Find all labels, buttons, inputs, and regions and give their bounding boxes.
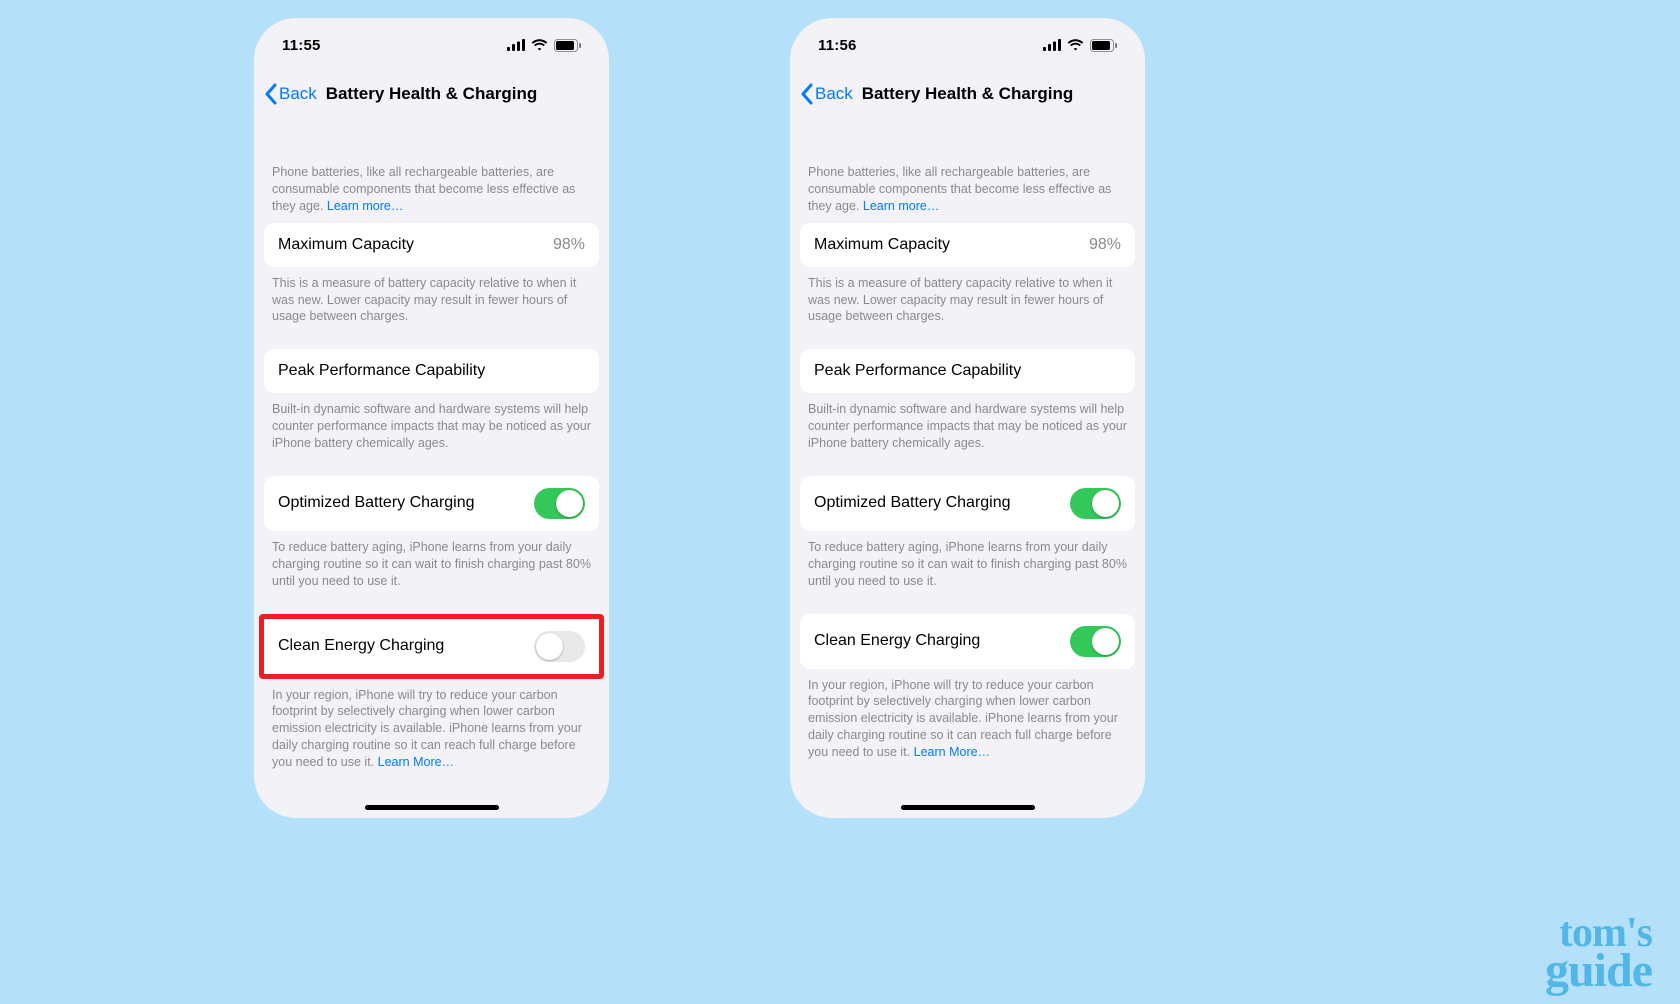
capacity-group: Maximum Capacity 98% bbox=[800, 223, 1135, 267]
clean-energy-label: Clean Energy Charging bbox=[814, 632, 980, 650]
max-capacity-cell[interactable]: Maximum Capacity 98% bbox=[264, 223, 599, 267]
toms-guide-logo: tom's guide bbox=[1545, 915, 1652, 992]
status-icons bbox=[507, 39, 581, 52]
content: Phone batteries, like all rechargeable b… bbox=[254, 116, 609, 777]
optimized-toggle[interactable] bbox=[534, 488, 585, 519]
clean-energy-label: Clean Energy Charging bbox=[278, 637, 444, 655]
wifi-icon bbox=[531, 39, 548, 51]
clean-energy-group: Clean Energy Charging bbox=[264, 619, 599, 674]
max-capacity-label: Maximum Capacity bbox=[814, 236, 950, 254]
clean-energy-toggle[interactable] bbox=[534, 631, 585, 662]
optimized-footer: To reduce battery aging, iPhone learns f… bbox=[254, 531, 609, 596]
status-time: 11:56 bbox=[818, 37, 857, 54]
max-capacity-value: 98% bbox=[553, 236, 585, 254]
intro-learn-more-link[interactable]: Learn more… bbox=[863, 199, 939, 213]
optimized-toggle[interactable] bbox=[1070, 488, 1121, 519]
intro-text: Phone batteries, like all rechargeable b… bbox=[254, 128, 609, 223]
clean-energy-toggle[interactable] bbox=[1070, 626, 1121, 657]
back-label: Back bbox=[815, 84, 853, 104]
optimized-group: Optimized Battery Charging bbox=[800, 476, 1135, 531]
peak-performance-cell[interactable]: Peak Performance Capability bbox=[800, 349, 1135, 393]
clean-energy-learn-more-link[interactable]: Learn More… bbox=[378, 755, 454, 769]
peak-label: Peak Performance Capability bbox=[814, 362, 1021, 380]
intro-text: Phone batteries, like all rechargeable b… bbox=[790, 128, 1145, 223]
clean-energy-group: Clean Energy Charging bbox=[800, 614, 1135, 669]
battery-icon bbox=[1090, 39, 1117, 52]
max-capacity-label: Maximum Capacity bbox=[278, 236, 414, 254]
max-capacity-value: 98% bbox=[1089, 236, 1121, 254]
back-button[interactable]: Back bbox=[800, 83, 853, 105]
logo-line-2: guide bbox=[1545, 949, 1652, 992]
peak-footer: Built-in dynamic software and hardware s… bbox=[254, 393, 609, 458]
clean-energy-cell[interactable]: Clean Energy Charging bbox=[264, 619, 599, 674]
optimized-footer: To reduce battery aging, iPhone learns f… bbox=[790, 531, 1145, 596]
clean-energy-learn-more-link[interactable]: Learn More… bbox=[914, 745, 990, 759]
page-title: Battery Health & Charging bbox=[862, 84, 1074, 104]
cellular-signal-icon bbox=[507, 39, 525, 51]
status-bar: 11:55 bbox=[254, 18, 609, 72]
capacity-group: Maximum Capacity 98% bbox=[264, 223, 599, 267]
phone-screenshot-right: 11:56 Back Battery Health & Charging Pho… bbox=[790, 18, 1145, 818]
optimized-label: Optimized Battery Charging bbox=[814, 494, 1011, 512]
chevron-left-icon bbox=[264, 83, 277, 105]
optimized-label: Optimized Battery Charging bbox=[278, 494, 475, 512]
peak-footer: Built-in dynamic software and hardware s… bbox=[790, 393, 1145, 458]
status-time: 11:55 bbox=[282, 37, 321, 54]
optimized-charging-cell[interactable]: Optimized Battery Charging bbox=[800, 476, 1135, 531]
status-icons bbox=[1043, 39, 1117, 52]
peak-group: Peak Performance Capability bbox=[800, 349, 1135, 393]
content: Phone batteries, like all rechargeable b… bbox=[790, 116, 1145, 767]
optimized-group: Optimized Battery Charging bbox=[264, 476, 599, 531]
phone-screenshot-left: 11:55 Back Battery Health & Charging Pho… bbox=[254, 18, 609, 818]
peak-group: Peak Performance Capability bbox=[264, 349, 599, 393]
wifi-icon bbox=[1067, 39, 1084, 51]
status-bar: 11:56 bbox=[790, 18, 1145, 72]
optimized-charging-cell[interactable]: Optimized Battery Charging bbox=[264, 476, 599, 531]
home-indicator[interactable] bbox=[901, 805, 1035, 810]
page-title: Battery Health & Charging bbox=[326, 84, 538, 104]
cellular-signal-icon bbox=[1043, 39, 1061, 51]
clean-energy-footer: In your region, iPhone will try to reduc… bbox=[790, 669, 1145, 767]
clean-energy-highlight: Clean Energy Charging bbox=[259, 614, 604, 679]
peak-label: Peak Performance Capability bbox=[278, 362, 485, 380]
nav-bar: Back Battery Health & Charging bbox=[254, 72, 609, 116]
battery-icon bbox=[554, 39, 581, 52]
clean-energy-footer: In your region, iPhone will try to reduc… bbox=[254, 679, 609, 777]
home-indicator[interactable] bbox=[365, 805, 499, 810]
chevron-left-icon bbox=[800, 83, 813, 105]
capacity-footer: This is a measure of battery capacity re… bbox=[790, 267, 1145, 332]
clean-energy-cell[interactable]: Clean Energy Charging bbox=[800, 614, 1135, 669]
peak-performance-cell[interactable]: Peak Performance Capability bbox=[264, 349, 599, 393]
canvas: 11:55 Back Battery Health & Charging Pho… bbox=[140, 82, 1546, 922]
back-label: Back bbox=[279, 84, 317, 104]
intro-learn-more-link[interactable]: Learn more… bbox=[327, 199, 403, 213]
max-capacity-cell[interactable]: Maximum Capacity 98% bbox=[800, 223, 1135, 267]
capacity-footer: This is a measure of battery capacity re… bbox=[254, 267, 609, 332]
nav-bar: Back Battery Health & Charging bbox=[790, 72, 1145, 116]
back-button[interactable]: Back bbox=[264, 83, 317, 105]
